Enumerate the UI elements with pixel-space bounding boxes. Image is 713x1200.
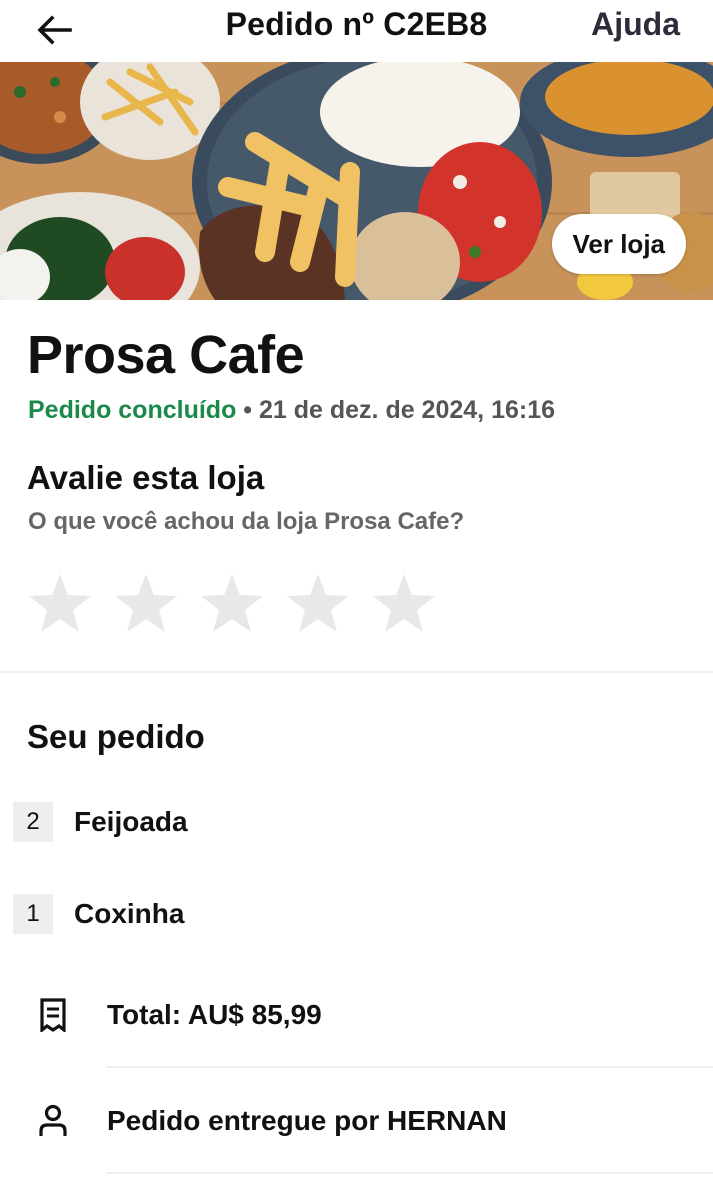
store-hero-image: Ver loja bbox=[0, 62, 713, 300]
star-rating bbox=[28, 572, 436, 634]
order-date: 21 de dez. de 2024, 16:16 bbox=[259, 396, 556, 424]
rate-store-title: Avalie esta loja bbox=[27, 459, 265, 496]
back-button[interactable] bbox=[30, 8, 78, 52]
list-item: 2 Feijoada bbox=[13, 802, 188, 842]
order-status: Pedido concluído bbox=[28, 396, 237, 424]
star-icon[interactable] bbox=[372, 572, 436, 634]
star-icon[interactable] bbox=[114, 572, 178, 634]
view-store-button[interactable]: Ver loja bbox=[551, 214, 686, 274]
help-button[interactable]: Ajuda bbox=[591, 6, 680, 43]
item-quantity: 1 bbox=[13, 894, 53, 934]
list-item: 1 Coxinha bbox=[13, 894, 184, 934]
receipt-icon bbox=[30, 992, 76, 1038]
order-total: Total: AU$ 85,99 bbox=[107, 999, 322, 1030]
delivered-by: Pedido entregue por HERNAN bbox=[107, 1105, 507, 1136]
top-bar: Pedido nº C2EB8 Ajuda bbox=[0, 0, 713, 60]
your-order-title: Seu pedido bbox=[27, 718, 205, 755]
row-divider bbox=[106, 1172, 713, 1174]
star-icon[interactable] bbox=[200, 572, 264, 634]
section-divider bbox=[0, 671, 713, 673]
star-icon[interactable] bbox=[286, 572, 350, 634]
rate-store-subtitle: O que você achou da loja Prosa Cafe? bbox=[28, 508, 465, 535]
item-name: Feijoada bbox=[74, 806, 188, 837]
item-quantity: 2 bbox=[13, 802, 53, 842]
store-name: Prosa Cafe bbox=[27, 325, 305, 385]
order-total-row: Total: AU$ 85,99 bbox=[30, 992, 322, 1038]
arrow-left-icon bbox=[37, 15, 72, 45]
order-status-line: Pedido concluído • 21 de dez. de 2024, 1… bbox=[28, 396, 555, 425]
row-divider bbox=[106, 1066, 713, 1068]
status-separator: • bbox=[236, 396, 259, 424]
star-icon[interactable] bbox=[28, 572, 92, 634]
item-name: Coxinha bbox=[74, 898, 185, 929]
person-icon bbox=[30, 1098, 76, 1144]
delivered-by-row: Pedido entregue por HERNAN bbox=[30, 1098, 507, 1144]
